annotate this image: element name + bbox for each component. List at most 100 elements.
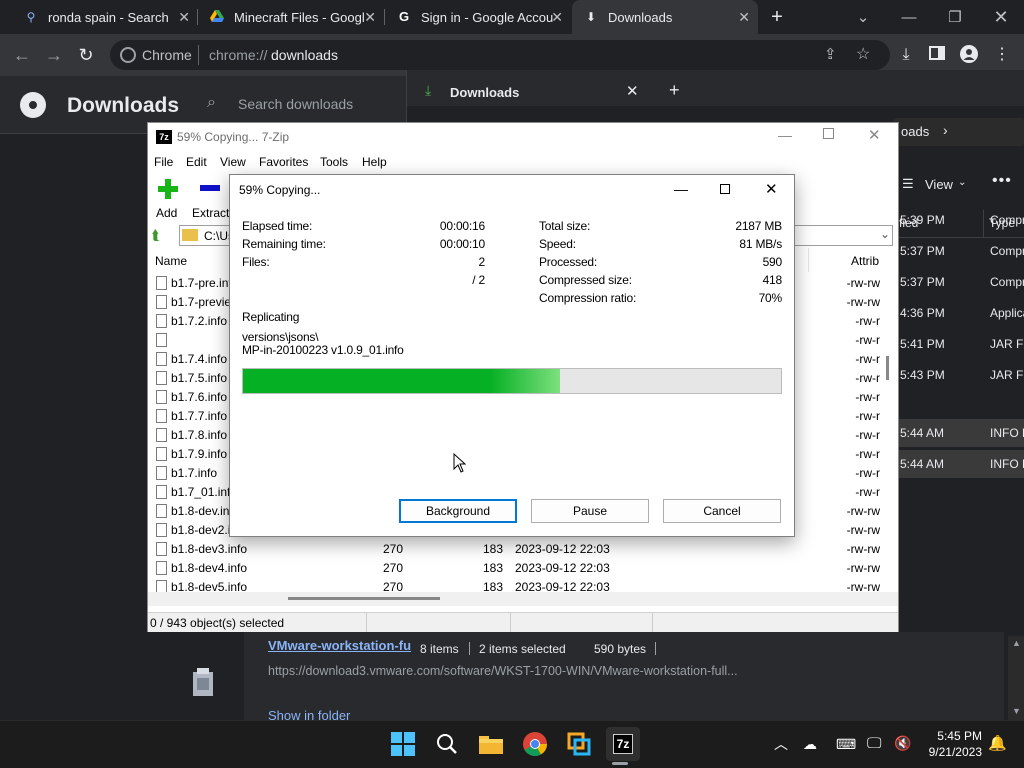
list-item[interactable]: 5:44 AM INFO F: [897, 450, 1024, 478]
chevron-down-icon[interactable]: ⌄: [840, 0, 886, 34]
reload-icon[interactable]: ↻: [74, 43, 98, 67]
google-drive-icon: [210, 10, 224, 24]
minimize-icon[interactable]: —: [778, 127, 792, 143]
zip-status-bar: 0 / 943 object(s) selected: [148, 612, 898, 632]
file-icon: [156, 333, 167, 347]
open-location-bar[interactable]: oads ›: [893, 118, 1024, 146]
volume-muted-icon[interactable]: 🔇: [894, 735, 911, 752]
close-icon[interactable]: ✕: [765, 180, 778, 198]
file-attributes: -rw-rw: [846, 504, 880, 518]
vertical-scrollbar[interactable]: [886, 356, 889, 380]
close-icon[interactable]: ✕: [738, 9, 750, 26]
row-time: 5:43 PM: [900, 368, 945, 382]
app-icon[interactable]: [562, 727, 596, 761]
column-name[interactable]: Name: [155, 254, 187, 268]
file-name: b1.7.6.info: [171, 390, 228, 404]
restore-icon[interactable]: ❐: [932, 0, 978, 34]
clock-date[interactable]: 9/21/2023: [922, 745, 982, 759]
monitor-icon[interactable]: 🖵: [867, 735, 881, 752]
column-attributes[interactable]: Attrib: [851, 254, 879, 268]
close-icon[interactable]: ✕: [551, 9, 563, 26]
file-name: b1.7_01.info: [171, 485, 238, 499]
forward-arrow-icon[interactable]: →: [42, 43, 66, 67]
tab-search[interactable]: ⚲ ronda spain - Search ✕: [12, 0, 198, 34]
table-row[interactable]: b1.8-dev4.info 270 183 2023-09-12 22:03 -rw-…: [148, 559, 883, 578]
search-icon: ⚲: [26, 10, 36, 24]
close-icon[interactable]: ✕: [364, 9, 376, 26]
back-arrow-icon[interactable]: ←: [10, 43, 34, 67]
menu-edit[interactable]: Edit: [186, 155, 207, 169]
menu-help[interactable]: Help: [362, 155, 387, 169]
minimize-icon[interactable]: —: [886, 0, 932, 34]
total-size-label: Total size:: [539, 219, 591, 233]
maximize-icon[interactable]: [823, 128, 834, 139]
clock-time[interactable]: 5:45 PM: [922, 729, 982, 743]
7zip-taskbar-icon[interactable]: 7z: [606, 727, 640, 761]
side-panel-icon[interactable]: [927, 45, 947, 65]
list-item[interactable]: 5:37 PM Compr: [897, 268, 1024, 296]
new-tab-button[interactable]: +: [766, 6, 788, 28]
maximize-icon[interactable]: [720, 184, 730, 194]
close-icon[interactable]: ✕: [178, 9, 190, 26]
search-icon[interactable]: [430, 727, 464, 761]
horizontal-scrollbar[interactable]: [148, 592, 898, 606]
installer-icon: [189, 666, 217, 698]
view-button[interactable]: View: [925, 177, 953, 192]
omnibox-url-prefix: chrome://: [209, 47, 268, 63]
file-explorer-icon[interactable]: [474, 727, 508, 761]
extract-button[interactable]: Extract: [190, 175, 230, 220]
list-item[interactable]: 5:41 PM JAR File: [897, 330, 1024, 358]
tab-sign-in[interactable]: G Sign in - Google Accou ✕: [385, 0, 571, 34]
cancel-button[interactable]: Cancel: [663, 499, 781, 523]
file-attributes: -rw-r: [855, 428, 880, 442]
list-item[interactable]: 5:37 PM Compr: [897, 237, 1024, 265]
compressed-size-label: Compressed size:: [539, 273, 632, 287]
tab-label: ronda spain - Search: [48, 9, 169, 25]
windows-start-icon[interactable]: [386, 727, 420, 761]
file-attributes: -rw-r: [855, 485, 880, 499]
table-row[interactable]: b1.8-dev3.info 270 183 2023-09-12 22:03 -rw-…: [148, 540, 883, 559]
download-item-name[interactable]: VMware-workstation-fu: [268, 638, 411, 653]
list-item[interactable]: 4:36 PM Applica: [897, 299, 1024, 327]
close-icon[interactable]: ✕: [626, 82, 639, 100]
onedrive-icon[interactable]: ☁: [803, 736, 817, 753]
file-attributes: -rw-r: [855, 447, 880, 461]
notification-bell-icon[interactable]: 🔔: [988, 734, 1007, 752]
list-item[interactable]: 5:44 AM INFO F: [897, 419, 1024, 447]
add-button[interactable]: Add: [152, 175, 182, 220]
more-options-icon[interactable]: •••: [992, 172, 1012, 190]
file-attributes: -rw-rw: [846, 523, 880, 537]
kebab-menu-icon[interactable]: ⋮: [992, 45, 1012, 65]
chevron-down-icon[interactable]: ⌄: [880, 227, 890, 241]
file-attributes: -rw-r: [855, 371, 880, 385]
star-icon[interactable]: ☆: [856, 44, 870, 64]
search-downloads-input[interactable]: Search downloads: [238, 96, 353, 112]
download-icon: ⤓: [425, 82, 432, 98]
list-item[interactable]: 5:43 PM JAR File: [897, 361, 1024, 389]
chevron-right-icon: ›: [943, 122, 948, 138]
pause-button[interactable]: Pause: [531, 499, 649, 523]
share-icon[interactable]: ⇪: [824, 45, 837, 63]
list-item[interactable]: 5:39 PM Compr: [897, 206, 1024, 234]
close-icon[interactable]: ✕: [868, 126, 881, 144]
minimize-icon[interactable]: —: [674, 181, 688, 197]
keyboard-icon[interactable]: ⌨: [836, 736, 856, 753]
background-button[interactable]: Background: [399, 499, 517, 523]
up-folder-icon[interactable]: ⮬: [152, 227, 160, 244]
new-tab-button[interactable]: +: [669, 80, 680, 101]
menu-file[interactable]: File: [154, 155, 173, 169]
omnibox[interactable]: Chrome chrome:// downloads ⇪ ☆: [110, 40, 890, 70]
list-view-icon[interactable]: ☰: [902, 176, 914, 192]
tab-downloads[interactable]: ⬇ Downloads ✕: [572, 0, 758, 34]
download-item-url[interactable]: https://download3.vmware.com/software/WK…: [268, 664, 738, 678]
menu-favorites[interactable]: Favorites: [259, 155, 308, 169]
chrome-icon[interactable]: [518, 727, 552, 761]
tab-minecraft-files[interactable]: Minecraft Files - Googl ✕: [198, 0, 384, 34]
chevron-up-icon[interactable]: ︿: [774, 734, 788, 754]
close-window-icon[interactable]: ✕: [978, 0, 1024, 34]
download-icon[interactable]: ⤓: [896, 45, 916, 65]
menu-view[interactable]: View: [220, 155, 246, 169]
menu-tools[interactable]: Tools: [320, 155, 348, 169]
profile-icon[interactable]: [959, 45, 979, 65]
scrollbar[interactable]: ▲ ▼: [1008, 636, 1024, 720]
